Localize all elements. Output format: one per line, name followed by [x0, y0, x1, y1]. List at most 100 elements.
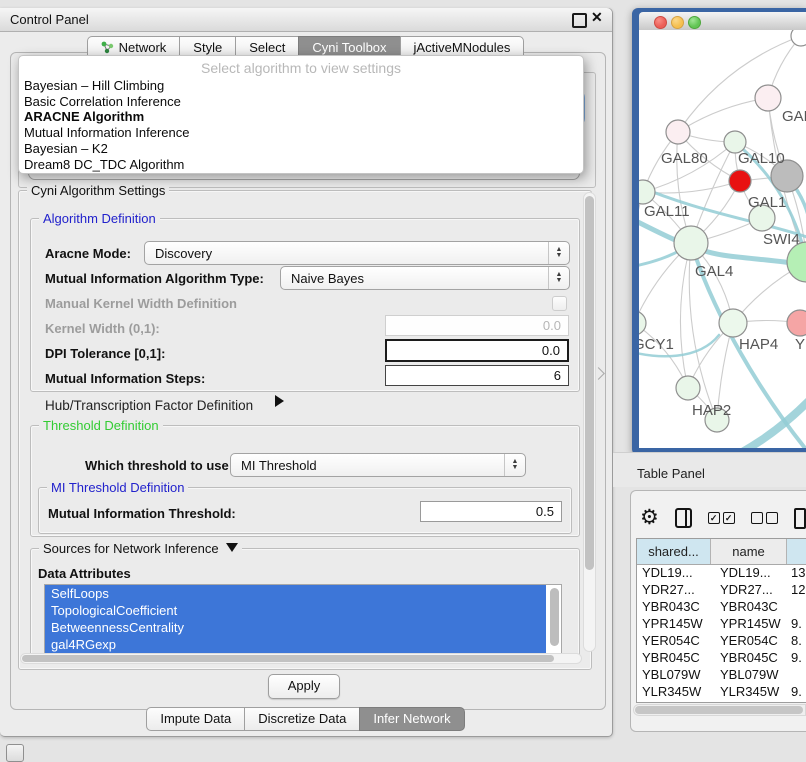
node-label: GCY1: [639, 336, 674, 353]
table-row[interactable]: YIL052CYIL052C9: [637, 701, 806, 703]
tab-impute-data[interactable]: Impute Data: [146, 707, 245, 731]
attribute-list-item[interactable]: TopologicalCoefficient: [45, 602, 546, 619]
settings-horizontal-scrollbar-thumb[interactable]: [22, 655, 554, 662]
which-threshold-combobox[interactable]: MI Threshold ▲▼: [230, 453, 526, 477]
dpi-tolerance-field[interactable]: 0.0: [385, 339, 569, 362]
table-cell: 9: [787, 701, 806, 703]
column-header[interactable]: name: [711, 539, 787, 564]
threshold-definition-title: Threshold Definition: [39, 418, 163, 433]
aracne-mode-combobox[interactable]: Discovery ▲▼: [144, 241, 570, 265]
network-node-hap4[interactable]: [719, 309, 747, 337]
table-row[interactable]: YER054CYER054C8.: [637, 633, 806, 650]
aracne-mode-label: Aracne Mode:: [45, 246, 131, 261]
network-node[interactable]: [729, 170, 751, 192]
dropdown-item[interactable]: Bayesian – K2: [19, 141, 583, 157]
dropdown-item[interactable]: Dream8 DC_TDC Algorithm: [19, 157, 583, 173]
select-all-checkboxes-icon[interactable]: ✓✓: [708, 512, 735, 524]
table-cell: YER054C: [637, 633, 711, 650]
table-cell: YIL052C: [637, 701, 711, 703]
table-row[interactable]: YDL19...YDL19...13: [637, 565, 806, 582]
manual-kernel-label: Manual Kernel Width Definition: [45, 296, 237, 311]
dropdown-item[interactable]: Bayesian – Hill Climbing: [19, 78, 583, 94]
document-icon[interactable]: [794, 508, 806, 529]
stepper-arrows-icon[interactable]: ▲▼: [548, 267, 569, 289]
node-attribute-table[interactable]: shared...name YDL19...YDL19...13YDR27...…: [636, 538, 806, 703]
sources-title: Sources for Network Inference: [43, 541, 219, 556]
sources-title-row[interactable]: Sources for Network Inference: [39, 541, 242, 556]
float-window-icon[interactable]: [572, 13, 587, 28]
network-edge: [678, 98, 768, 132]
dropdown-item[interactable]: Mutual Information Inference: [19, 125, 583, 141]
node-label: GAL1: [748, 194, 786, 211]
network-node[interactable]: [791, 30, 806, 46]
gear-icon[interactable]: ⚙: [640, 508, 659, 528]
mi-type-combobox[interactable]: Naive Bayes ▲▼: [280, 266, 570, 290]
zoom-traffic-light-icon[interactable]: [688, 16, 701, 29]
collapse-arrow-icon[interactable]: [226, 543, 238, 552]
manual-kernel-checkbox[interactable]: [552, 296, 567, 311]
algorithm-definition-title: Algorithm Definition: [39, 211, 160, 226]
dropdown-item[interactable]: ARACNE Algorithm: [19, 109, 583, 125]
table-cell: YIL052C: [711, 701, 787, 703]
attribute-list-item[interactable]: SelfLoops: [45, 585, 546, 602]
table-row[interactable]: YBR043CYBR043C: [637, 599, 806, 616]
apply-button[interactable]: Apply: [268, 674, 340, 699]
control-panel-titlebar[interactable]: [0, 8, 612, 32]
network-canvas[interactable]: GAL80GALGAL10GAL1GAL11GAL4SWI4GCY1HAP4YH…: [639, 30, 806, 448]
column-header[interactable]: shared...: [637, 539, 711, 564]
table-cell: YBL079W: [637, 667, 711, 684]
kernel-width-label: Kernel Width (0,1):: [45, 321, 160, 336]
column-header[interactable]: [787, 539, 806, 564]
table-cell: YLR345W: [711, 684, 787, 701]
minimized-panel-icon[interactable]: [6, 744, 24, 762]
close-panel-icon[interactable]: ✕: [591, 9, 603, 26]
network-node-swi4[interactable]: [787, 242, 806, 282]
attribute-list-item[interactable]: BetweennessCentrality: [45, 619, 546, 636]
tab-infer-network[interactable]: Infer Network: [359, 707, 464, 731]
table-row[interactable]: YDR27...YDR27...12: [637, 582, 806, 599]
stepper-arrows-icon[interactable]: ▲▼: [548, 242, 569, 264]
hub-definition-label[interactable]: Hub/Transcription Factor Definition: [45, 398, 253, 413]
table-cell: YBR045C: [711, 650, 787, 667]
mi-steps-field[interactable]: 6: [385, 365, 569, 386]
network-node-gal[interactable]: [755, 85, 781, 111]
close-traffic-light-icon[interactable]: [654, 16, 667, 29]
split-view-icon[interactable]: [675, 508, 692, 528]
attribute-list-item[interactable]: gal4RGexp: [45, 636, 546, 653]
network-node-gal4[interactable]: [674, 226, 708, 260]
table-row[interactable]: YLR345WYLR345W9.: [637, 684, 806, 701]
tab-label: Select: [249, 40, 285, 55]
control-panel-title: Control Panel: [10, 12, 89, 27]
table-cell: 9.: [787, 616, 806, 633]
table-cell: 13: [787, 565, 806, 582]
tab-label: Cyni Toolbox: [312, 40, 386, 55]
table-header-row: shared...name: [637, 539, 806, 565]
settings-vertical-scrollbar-thumb[interactable]: [585, 196, 594, 570]
table-cell: YDL19...: [637, 565, 711, 582]
node-label: GAL11: [644, 203, 690, 220]
dropdown-item[interactable]: Basic Correlation Inference: [19, 94, 583, 110]
minimize-traffic-light-icon[interactable]: [671, 16, 684, 29]
mi-threshold-field[interactable]: 0.5: [420, 501, 562, 522]
data-attributes-list[interactable]: SelfLoopsTopologicalCoefficientBetweenne…: [44, 584, 562, 654]
kernel-width-field[interactable]: 0.0: [385, 315, 569, 336]
mi-threshold-definition-title: MI Threshold Definition: [47, 480, 188, 495]
table-cell: YER054C: [711, 633, 787, 650]
deselect-all-checkboxes-icon[interactable]: [751, 512, 778, 524]
table-row[interactable]: YBL079WYBL079W: [637, 667, 806, 684]
stepper-arrows-icon[interactable]: ▲▼: [504, 454, 525, 476]
table-row[interactable]: YPR145WYPR145W9.: [637, 616, 806, 633]
network-node-y[interactable]: [787, 310, 806, 336]
table-cell: YBL079W: [711, 667, 787, 684]
expand-arrow-icon[interactable]: [275, 395, 284, 407]
aracne-mode-value: Discovery: [155, 246, 212, 261]
attributes-scrollbar[interactable]: [550, 588, 559, 646]
table-toolbar: ⚙ ✓✓: [640, 503, 806, 533]
table-row[interactable]: YBR045CYBR045C9.: [637, 650, 806, 667]
mi-type-value: Naive Bayes: [291, 271, 364, 286]
network-node-gal80[interactable]: [666, 120, 690, 144]
tab-discretize-data[interactable]: Discretize Data: [244, 707, 360, 731]
network-node-hap2[interactable]: [676, 376, 700, 400]
algorithm-dropdown-list: Select algorithm to view settings Bayesi…: [18, 55, 584, 174]
table-horizontal-scrollbar-thumb[interactable]: [635, 706, 803, 714]
